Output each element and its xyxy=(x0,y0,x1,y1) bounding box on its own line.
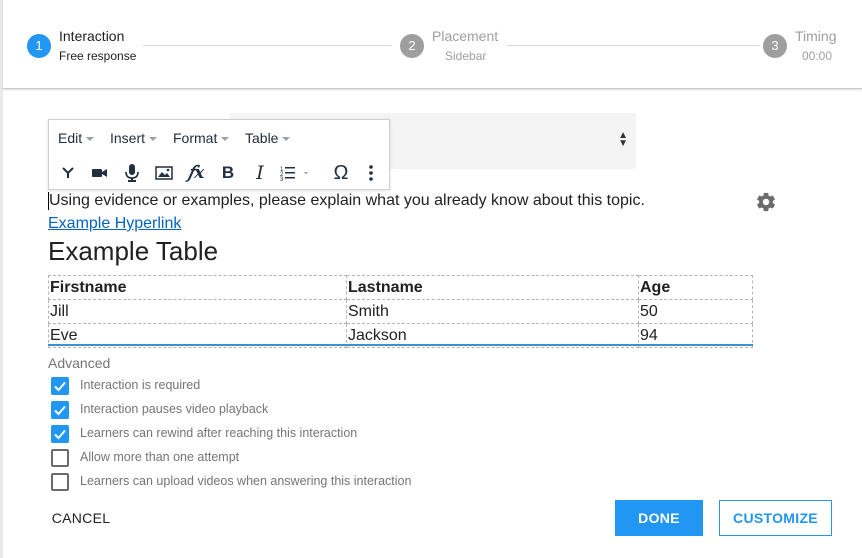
menu-label: Table xyxy=(245,130,279,146)
done-button[interactable]: DONE xyxy=(615,500,703,536)
stepper-header: 1 Interaction Free response 2 Placement … xyxy=(3,0,862,89)
menu-table[interactable]: Table xyxy=(245,130,291,146)
bold-icon[interactable]: B xyxy=(216,161,240,185)
prompt-paragraph: Using evidence or examples, please expla… xyxy=(48,192,645,210)
example-hyperlink[interactable]: Example Hyperlink xyxy=(48,215,181,233)
list-icon[interactable]: 123 xyxy=(280,161,320,185)
step-subtitle: Free response xyxy=(59,49,137,63)
advanced-title: Advanced xyxy=(48,355,111,371)
option-label: Interaction is required xyxy=(80,378,201,392)
step-number: 1 xyxy=(27,34,51,58)
editor-focus-underline xyxy=(48,344,753,346)
step-number: 3 xyxy=(763,34,787,58)
select-arrows-icon: ▲ ▼ xyxy=(618,130,628,149)
checkbox-checked[interactable] xyxy=(51,377,69,395)
caret-down-icon xyxy=(86,137,95,142)
omega-icon[interactable]: Ω xyxy=(329,161,353,185)
menu-insert[interactable]: Insert xyxy=(110,130,158,146)
customize-button[interactable]: CUSTOMIZE xyxy=(719,500,832,536)
image-icon[interactable] xyxy=(152,161,176,185)
formula-icon[interactable]: 𝑓x xyxy=(184,161,208,185)
step-subtitle: 00:00 xyxy=(802,49,833,63)
interaction-dialog: 1 Interaction Free response 2 Placement … xyxy=(3,0,862,558)
caret-down-icon xyxy=(149,137,158,142)
menu-label: Insert xyxy=(110,130,146,146)
menu-label: Format xyxy=(173,130,218,146)
checkbox-checked[interactable] xyxy=(51,401,69,419)
checkbox-unchecked[interactable] xyxy=(51,449,69,467)
menu-label: Edit xyxy=(58,130,83,146)
example-table[interactable]: Firstname Lastname Age Jill Smith 50 Eve… xyxy=(48,275,753,348)
step-title: Placement xyxy=(432,28,499,44)
checkbox-unchecked[interactable] xyxy=(51,473,69,491)
step-title: Timing xyxy=(795,28,837,44)
table-header-cell: Age xyxy=(638,275,753,300)
table-header-cell: Lastname xyxy=(346,275,639,300)
checkbox-checked[interactable] xyxy=(51,425,69,443)
branch-icon[interactable] xyxy=(56,161,80,185)
checkmark-icon xyxy=(54,405,66,416)
more-icon[interactable] xyxy=(359,161,383,185)
checkmark-icon xyxy=(54,429,66,440)
table-cell: Jill xyxy=(48,299,347,324)
option-label: Allow more than one attempt xyxy=(80,450,240,464)
cancel-button[interactable]: CANCEL xyxy=(41,500,121,536)
step-title: Interaction xyxy=(59,28,125,44)
menu-format[interactable]: Format xyxy=(173,130,230,146)
step-connector xyxy=(507,45,759,46)
gear-icon[interactable] xyxy=(755,191,777,213)
caret-down-icon xyxy=(221,137,230,142)
video-icon[interactable] xyxy=(88,161,112,185)
option-label: Learners can upload videos when answerin… xyxy=(80,474,412,488)
content-heading: Example Table xyxy=(48,236,219,266)
step-subtitle: Sidebar xyxy=(445,49,487,63)
table-cell: 50 xyxy=(638,299,753,324)
table-row: Jill Smith 50 xyxy=(48,299,753,324)
table-header-cell: Firstname xyxy=(48,275,347,300)
checkmark-icon xyxy=(54,381,66,392)
step-number: 2 xyxy=(400,34,424,58)
svg-text:3: 3 xyxy=(280,177,284,181)
editor-toolbar: Edit Insert Format Table 𝑓x B I 123 Ω xyxy=(48,119,390,190)
microphone-icon[interactable] xyxy=(120,161,144,185)
table-header-row: Firstname Lastname Age xyxy=(48,275,753,300)
option-label: Interaction pauses video playback xyxy=(80,402,269,416)
caret-down-icon xyxy=(282,137,291,142)
step-connector xyxy=(143,45,391,46)
table-cell: Smith xyxy=(346,299,639,324)
option-label: Learners can rewind after reaching this … xyxy=(80,426,358,440)
menu-edit[interactable]: Edit xyxy=(58,130,95,146)
italic-icon[interactable]: I xyxy=(248,161,272,185)
